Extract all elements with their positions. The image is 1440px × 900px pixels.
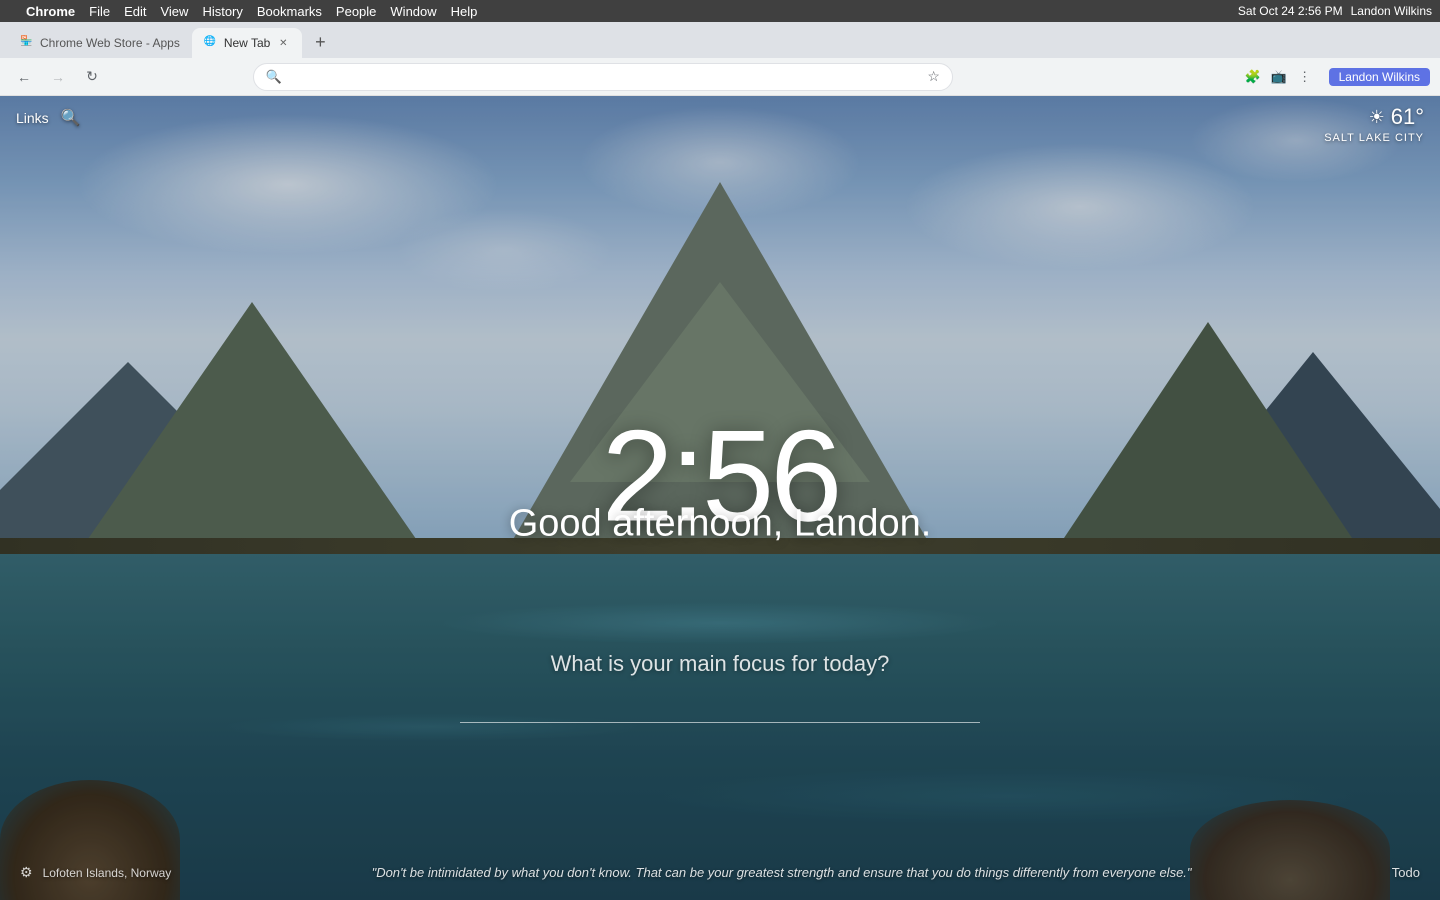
extensions-icon[interactable]: 🧩 [1241,65,1265,89]
menu-bookmarks[interactable]: Bookmarks [257,4,322,19]
menu-history[interactable]: History [202,4,242,19]
tab-label-web-store: Chrome Web Store - Apps [40,36,180,50]
menubar-user[interactable]: Landon Wilkins [1351,4,1432,18]
bookmark-icon[interactable]: ☆ [927,68,940,85]
greeting-text: Good afternoon, Landon. [509,502,932,545]
tab-favicon-new-tab: 🌐 [204,36,218,50]
links-button[interactable]: Links [16,110,49,126]
address-bar: ← → ↻ 🔍 ☆ 🧩 📺 ⋮ Landon Wilkins [0,58,1440,96]
weather-city: SALT LAKE CITY [1324,132,1424,144]
settings-gear-button[interactable]: ⚙ [20,864,33,881]
menu-help[interactable]: Help [451,4,478,19]
quote-text: "Don't be intimidated by what you don't … [171,863,1391,883]
focus-prompt: What is your main focus for today? [460,651,980,677]
macos-menu-bar: Chrome File Edit View History Bookmarks … [0,0,1440,22]
reload-button[interactable]: ↻ [78,63,106,91]
back-button[interactable]: ← [10,63,38,91]
weather-widget: ☀ 61° SALT LAKE CITY [1324,104,1424,144]
menu-view[interactable]: View [160,4,188,19]
menu-chrome[interactable]: Chrome [26,4,75,19]
menubar-clock: Sat Oct 24 2:56 PM [1238,4,1343,18]
profile-button[interactable]: Landon Wilkins [1329,68,1430,86]
location-label: Lofoten Islands, Norway [43,866,172,880]
weather-icon: ☀ [1369,107,1385,128]
settings-icon[interactable]: ⋮ [1293,65,1317,89]
tab-chrome-web-store[interactable]: 🏪 Chrome Web Store - Apps [8,28,192,58]
search-button[interactable]: 🔍 [61,108,81,128]
menu-edit[interactable]: Edit [124,4,146,19]
tab-favicon-web-store: 🏪 [20,36,34,50]
tab-close-new-tab[interactable]: ✕ [276,36,290,50]
focus-area: What is your main focus for today? [460,651,980,723]
forward-button[interactable]: → [44,63,72,91]
cast-icon[interactable]: 📺 [1267,65,1291,89]
focus-input[interactable] [460,685,980,723]
new-tab-button[interactable]: + [306,28,334,56]
menu-people[interactable]: People [336,4,376,19]
address-input[interactable] [290,69,919,84]
menu-file[interactable]: File [89,4,110,19]
top-left-bar: Links 🔍 [16,108,81,128]
tab-new-tab[interactable]: 🌐 New Tab ✕ [192,28,302,58]
weather-temp: 61° [1391,104,1424,130]
tab-bar: 🏪 Chrome Web Store - Apps 🌐 New Tab ✕ + [0,22,1440,58]
menu-window[interactable]: Window [390,4,436,19]
todo-button[interactable]: Todo [1392,865,1420,880]
tab-label-new-tab: New Tab [224,36,270,50]
search-icon: 🔍 [266,69,282,85]
new-tab-page: Links 🔍 ☀ 61° SALT LAKE CITY 2:56 Good a… [0,96,1440,900]
address-input-wrap[interactable]: 🔍 ☆ [253,63,953,91]
toolbar-icons: 🧩 📺 ⋮ [1241,65,1317,89]
quote-bar: ⚙ Lofoten Islands, Norway "Don't be inti… [0,845,1440,900]
